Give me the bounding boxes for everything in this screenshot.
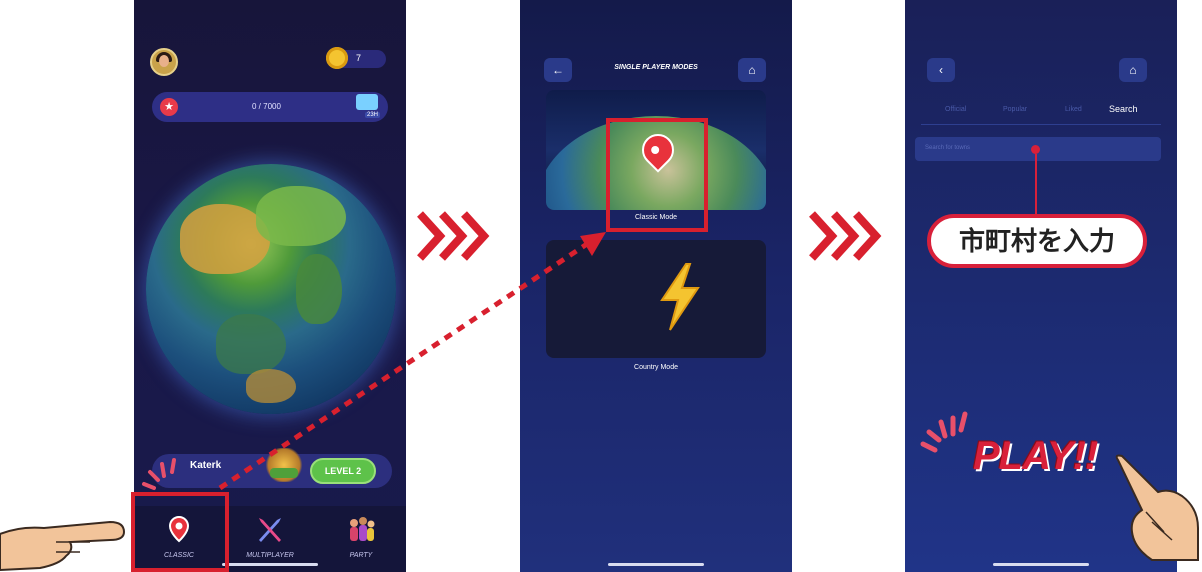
home-icon: ⌂ — [1129, 63, 1137, 77]
crossed-swords-icon — [259, 518, 281, 542]
back-arrow-icon: ‹ — [939, 63, 943, 77]
play-text: PLAY!! — [973, 434, 1098, 478]
tab-label: PARTY — [349, 552, 373, 559]
home-indicator — [222, 563, 318, 566]
home-button[interactable]: ⌂ — [1119, 58, 1147, 82]
coin-icon — [326, 47, 348, 69]
home-indicator — [993, 563, 1089, 566]
home-icon: ⌂ — [748, 63, 756, 77]
input-town-callout: 市町村を入力 — [927, 214, 1147, 268]
tab-divider — [921, 124, 1161, 125]
avatar-face — [159, 55, 169, 67]
tab-label: MULTIPLAYER — [246, 552, 294, 559]
tap-burst-icon — [142, 458, 176, 490]
home-indicator — [608, 563, 704, 566]
search-input[interactable]: Search for towns — [915, 137, 1161, 161]
search-placeholder: Search for towns — [925, 145, 971, 151]
dotted-guide-arrow — [218, 232, 606, 491]
town-tabs: Official Popular Liked Search — [921, 104, 1161, 124]
tab-official[interactable]: Official — [945, 106, 966, 113]
pointing-hand-icon — [0, 520, 126, 572]
home-button[interactable]: ⌂ — [738, 58, 766, 82]
lightning-bolt-icon — [660, 263, 700, 331]
coin-balance[interactable]: 7 — [326, 47, 386, 69]
tab-liked[interactable]: Liked — [1065, 106, 1082, 113]
next-step-arrows-icon — [809, 211, 882, 261]
party-people-icon — [350, 517, 375, 541]
avatar[interactable] — [150, 48, 178, 76]
tab-party[interactable]: PARTY — [316, 506, 406, 572]
gift-icon[interactable] — [356, 94, 378, 110]
xp-progress-bar: ★ 0 / 7000 23H — [152, 92, 388, 122]
callout-pointer-dot — [1031, 145, 1040, 154]
classic-tab-highlight — [131, 492, 229, 572]
back-button[interactable]: ‹ — [927, 58, 955, 82]
tab-search[interactable]: Search — [1109, 104, 1138, 114]
tab-popular[interactable]: Popular — [1003, 106, 1027, 113]
callout-line — [1035, 154, 1037, 216]
gift-timer: 23H — [364, 112, 380, 118]
coin-count: 7 — [356, 53, 362, 63]
star-badge-icon: ★ — [160, 98, 178, 116]
xp-text: 0 / 7000 — [252, 102, 281, 111]
burst-lines-icon — [920, 411, 968, 453]
pointing-hand-icon — [1115, 454, 1199, 561]
